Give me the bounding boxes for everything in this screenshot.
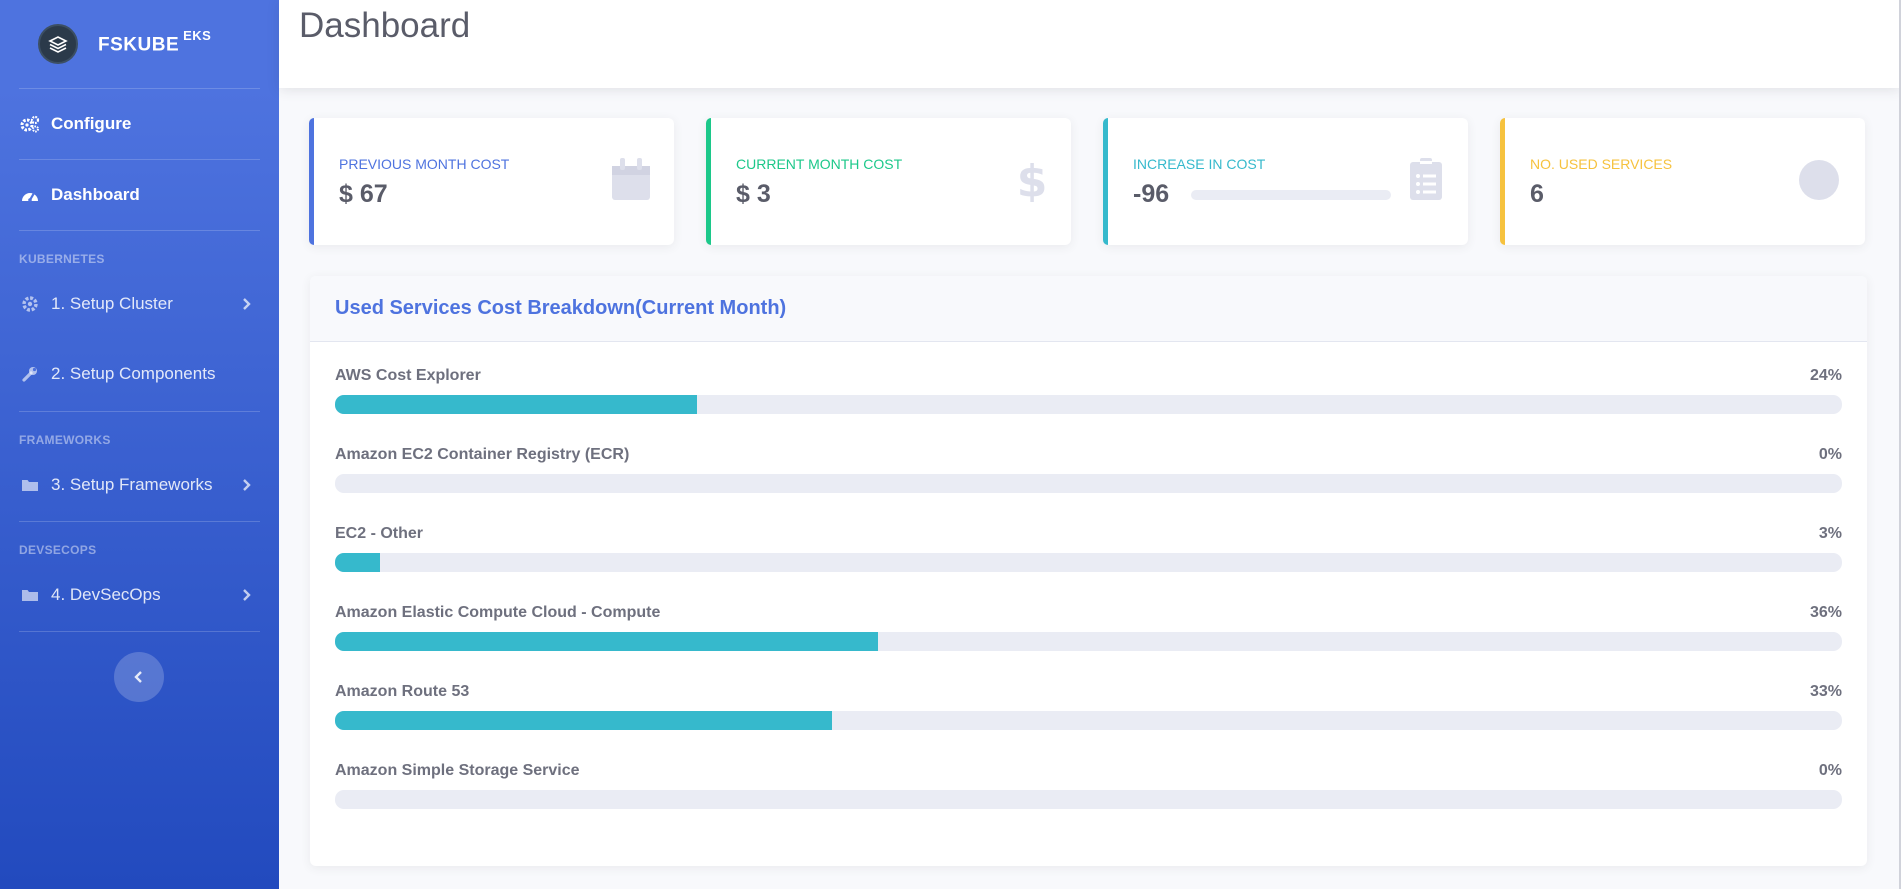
brand[interactable]: FSKUBE EKS [38,24,211,64]
sidebar-divider [19,631,260,632]
service-percent: 3% [1818,525,1842,542]
service-progress-fill [335,553,381,572]
card-previous-month-cost: PREVIOUS MONTH COST $ 67 [309,118,674,245]
service-name: EC2 - Other [335,525,424,542]
card-increase-in-cost: INCREASE IN COST -96 [1103,118,1468,245]
sidebar-divider [19,159,260,160]
calendar-icon [612,158,650,205]
section-heading-devsecops: DEVSECOPS [19,543,97,557]
tachometer-icon [19,184,41,206]
service-percent: 0% [1818,762,1842,779]
wrench-icon [19,363,41,385]
sidebar-item-setup-components-label: 2. Setup Components [51,364,216,383]
section-heading-frameworks: FRAMEWORKS [19,433,111,447]
service-percent: 33% [1809,683,1842,700]
card-accent [309,118,314,245]
service-percent: 36% [1809,604,1842,621]
clipboard-list-icon [1410,158,1442,205]
panel-header: Used Services Cost Breakdown(Current Mon… [310,276,1867,342]
card-value: $ 67 [339,180,388,208]
brand-logo-icon [38,24,78,64]
service-progress-bar [335,711,1842,730]
service-name: Amazon Elastic Compute Cloud - Compute [335,604,661,621]
service-list: AWS Cost Explorer 24% Amazon EC2 Container… [335,341,1842,815]
service-progress-fill [335,395,697,414]
chevron-right-icon [242,296,252,316]
dollar-icon: $ [1017,154,1048,207]
service-name: Amazon Route 53 [335,683,470,700]
service-progress-bar [335,790,1842,809]
service-name: Amazon EC2 Container Registry (ECR) [335,446,630,463]
card-value: -96 [1133,180,1170,208]
chevron-right-icon [242,477,252,497]
sidebar-item-setup-cluster[interactable]: 1. Setup Cluster [19,289,260,319]
card-label: INCREASE IN COST [1133,156,1266,172]
card-accent [1103,118,1108,245]
sidebar-toggle-button[interactable] [114,652,164,702]
service-row: EC2 - Other 3% [335,499,1842,578]
service-percent: 24% [1809,367,1842,384]
sidebar-item-devsecops-label: 4. DevSecOps [51,585,161,604]
brand-suffix: EKS [183,28,212,44]
section-heading-kubernetes: KUBERNETES [19,252,105,266]
service-progress-bar [335,395,1842,414]
sidebar-item-configure-label: Configure [51,114,132,133]
sidebar: FSKUBE EKS Configure Dashboard KUBERNETES… [0,0,279,889]
service-percent: 0% [1818,446,1842,463]
card-label: CURRENT MONTH COST [736,156,903,172]
cogs-icon [19,113,41,135]
sidebar-item-setup-cluster-label: 1. Setup Cluster [51,294,173,313]
sidebar-item-setup-frameworks-label: 3. Setup Frameworks [51,475,213,494]
sidebar-item-dashboard-label: Dashboard [51,185,140,204]
card-accent [1500,118,1505,245]
card-value: $ 3 [736,180,771,208]
folder-icon [19,584,41,606]
service-row: Amazon Simple Storage Service 0% [335,736,1842,815]
service-row: AWS Cost Explorer 24% [335,341,1842,420]
increase-progress-bar [1191,190,1391,200]
brand-name: FSKUBE EKS [98,28,212,56]
card-label: NO. USED SERVICES [1530,156,1673,172]
service-progress-bar [335,553,1842,572]
service-name: Amazon Simple Storage Service [335,762,580,779]
circle-icon [1799,160,1839,205]
card-accent [706,118,711,245]
service-name: AWS Cost Explorer [335,367,481,384]
sidebar-item-setup-components[interactable]: 2. Setup Components [19,359,260,389]
sidebar-divider [19,88,260,89]
cog-icon [19,293,41,315]
cost-breakdown-panel: Used Services Cost Breakdown(Current Mon… [310,276,1867,866]
sidebar-item-dashboard[interactable]: Dashboard [19,180,260,210]
service-progress-bar [335,474,1842,493]
folder-icon [19,474,41,496]
card-value: 6 [1530,180,1544,208]
sidebar-divider [19,521,260,522]
service-row: Amazon Elastic Compute Cloud - Compute 36… [335,578,1842,657]
service-row: Amazon EC2 Container Registry (ECR) 0% [335,420,1842,499]
service-row: Amazon Route 53 33% [335,657,1842,736]
card-used-services: NO. USED SERVICES 6 [1500,118,1865,245]
brand-title: FSKUBE [98,34,180,56]
service-progress-fill [335,711,833,730]
svg-text:$: $ [1019,156,1045,202]
service-progress-fill [335,632,878,651]
sidebar-item-setup-frameworks[interactable]: 3. Setup Frameworks [19,470,260,500]
sidebar-divider [19,230,260,231]
topbar: Dashboard [279,0,1901,88]
sidebar-item-configure[interactable]: Configure [19,109,260,139]
sidebar-item-devsecops[interactable]: 4. DevSecOps [19,580,260,610]
card-label: PREVIOUS MONTH COST [339,156,510,172]
chevron-left-icon [134,671,142,683]
chevron-right-icon [242,587,252,607]
panel-title: Used Services Cost Breakdown(Current Mon… [335,297,787,319]
sidebar-divider [19,411,260,412]
page-title: Dashboard [299,6,471,45]
service-progress-bar [335,632,1842,651]
card-current-month-cost: CURRENT MONTH COST $ 3 $ [706,118,1071,245]
